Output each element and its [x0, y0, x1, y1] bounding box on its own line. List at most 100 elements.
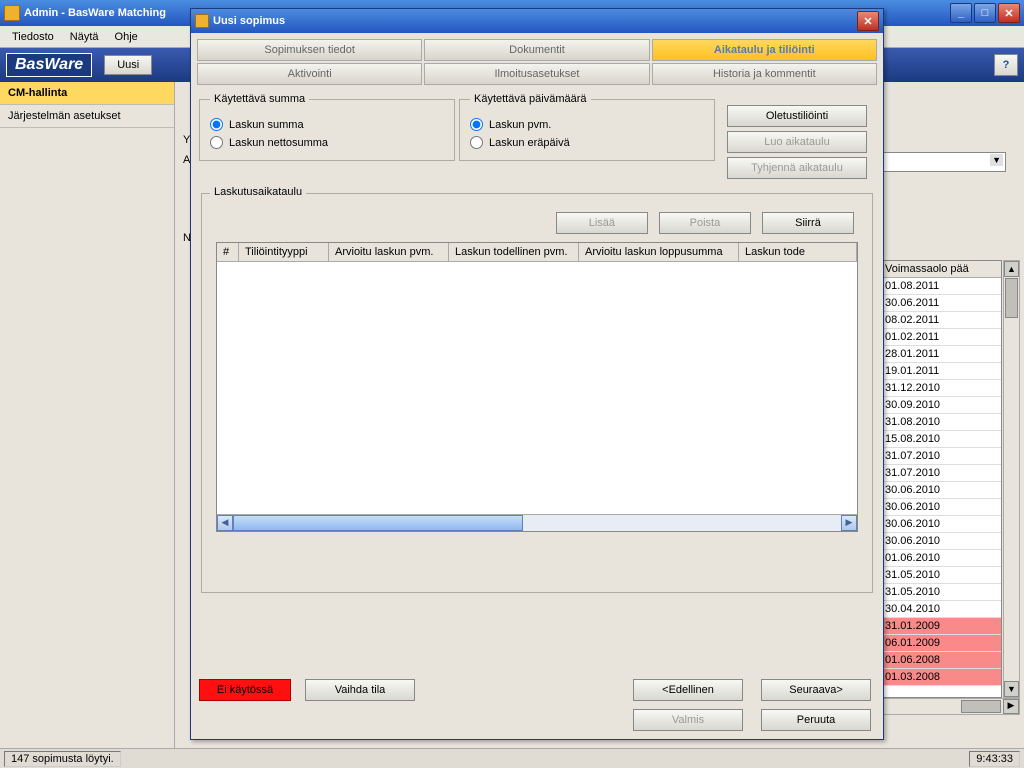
- dialog: Uusi sopimus ✕ Sopimuksen tiedot Dokumen…: [190, 8, 884, 740]
- schedule-groupbox: Laskutusaikataulu Lisää Poista Siirrä # …: [201, 193, 873, 593]
- radio-invoice-sum[interactable]: [210, 118, 223, 131]
- close-button[interactable]: ✕: [998, 3, 1020, 23]
- sidebar-item-settings[interactable]: Järjestelmän asetukset: [0, 105, 174, 128]
- tabs-row-1: Sopimuksen tiedot Dokumentit Aikataulu j…: [197, 39, 877, 61]
- radio-invoice-date[interactable]: [470, 118, 483, 131]
- maximize-button[interactable]: □: [974, 3, 996, 23]
- scroll-up-icon[interactable]: ▲: [1004, 261, 1019, 277]
- date-row[interactable]: 31.05.2010: [881, 584, 1001, 601]
- col-est-date[interactable]: Arvioitu laskun pvm.: [329, 243, 449, 261]
- date-row[interactable]: 31.07.2010: [881, 448, 1001, 465]
- tab-contract-info[interactable]: Sopimuksen tiedot: [197, 39, 422, 61]
- date-row[interactable]: 30.06.2010: [881, 499, 1001, 516]
- date-row[interactable]: 30.09.2010: [881, 397, 1001, 414]
- statusbar: 147 sopimusta löytyi. 9:43:33: [0, 748, 1024, 768]
- help-button[interactable]: ?: [994, 54, 1018, 76]
- date-row[interactable]: 30.04.2010: [881, 601, 1001, 618]
- finish-button[interactable]: Valmis: [633, 709, 743, 731]
- app-icon: [4, 5, 20, 21]
- dialog-icon: [195, 14, 209, 28]
- schedule-legend: Laskutusaikataulu: [210, 186, 306, 198]
- menu-help[interactable]: Ohje: [107, 29, 146, 45]
- date-row[interactable]: 30.06.2011: [881, 295, 1001, 312]
- cancel-button[interactable]: Peruuta: [761, 709, 871, 731]
- sidebar-item-cm[interactable]: CM-hallinta: [0, 82, 174, 105]
- menu-view[interactable]: Näytä: [62, 29, 107, 45]
- scroll-left-icon[interactable]: ◀: [217, 515, 233, 531]
- add-button[interactable]: Lisää: [556, 212, 648, 234]
- schedule-hscrollbar[interactable]: ◀ ▶: [217, 514, 857, 531]
- dropdown-stub[interactable]: [866, 152, 1006, 172]
- next-button[interactable]: Seuraava>: [761, 679, 871, 701]
- date-row[interactable]: 01.08.2011: [881, 278, 1001, 295]
- radio-due-date[interactable]: [470, 136, 483, 149]
- tab-notification-settings[interactable]: Ilmoitusasetukset: [424, 63, 649, 85]
- col-actual-total[interactable]: Laskun tode: [739, 243, 857, 261]
- tab-activation[interactable]: Aktivointi: [197, 63, 422, 85]
- date-row[interactable]: 31.08.2010: [881, 414, 1001, 431]
- date-row[interactable]: 30.06.2010: [881, 533, 1001, 550]
- scroll-down-icon[interactable]: ▼: [1004, 681, 1019, 697]
- date-row[interactable]: 30.06.2010: [881, 516, 1001, 533]
- status-badge: Ei käytössä: [199, 679, 291, 701]
- vscrollbar[interactable]: ▲ ▼: [1003, 260, 1020, 698]
- toggle-state-button[interactable]: Vaihda tila: [305, 679, 415, 701]
- sum-legend: Käytettävä summa: [210, 93, 309, 105]
- schedule-thead: # Tiliöintityyppi Arvioitu laskun pvm. L…: [217, 243, 857, 262]
- date-row[interactable]: 31.05.2010: [881, 567, 1001, 584]
- dialog-bottom: Ei käytössä Vaihda tila <Edellinen Seura…: [199, 679, 875, 731]
- date-list[interactable]: Voimassaolo pää 01.08.201130.06.201108.0…: [880, 260, 1002, 698]
- prev-button[interactable]: <Edellinen: [633, 679, 743, 701]
- date-row[interactable]: 06.01.2009: [881, 635, 1001, 652]
- date-row[interactable]: 01.02.2011: [881, 329, 1001, 346]
- tab-schedule-accounting[interactable]: Aikataulu ja tiliöinti: [652, 39, 877, 61]
- tabs-row-2: Aktivointi Ilmoitusasetukset Historia ja…: [197, 63, 877, 85]
- hscroll-thumb[interactable]: [961, 700, 1001, 713]
- default-accounting-button[interactable]: Oletustiliöinti: [727, 105, 867, 127]
- date-row[interactable]: 15.08.2010: [881, 431, 1001, 448]
- tab-history-comments[interactable]: Historia ja kommentit: [652, 63, 877, 85]
- date-row[interactable]: 28.01.2011: [881, 346, 1001, 363]
- scroll-thumb[interactable]: [1005, 278, 1018, 318]
- tab-documents[interactable]: Dokumentit: [424, 39, 649, 61]
- date-row[interactable]: 30.06.2010: [881, 482, 1001, 499]
- schedule-hscroll-thumb[interactable]: [233, 515, 523, 531]
- schedule-table[interactable]: # Tiliöintityyppi Arvioitu laskun pvm. L…: [216, 242, 858, 532]
- create-schedule-button[interactable]: Luo aikataulu: [727, 131, 867, 153]
- dialog-close-button[interactable]: ✕: [857, 11, 879, 31]
- scroll-right-icon[interactable]: ▶: [1003, 699, 1019, 714]
- col-est-total[interactable]: Arvioitu laskun loppusumma: [579, 243, 739, 261]
- date-row[interactable]: 08.02.2011: [881, 312, 1001, 329]
- radio-invoice-sum-label: Laskun summa: [229, 119, 304, 131]
- date-list-header[interactable]: Voimassaolo pää: [881, 261, 1001, 278]
- col-accounting-type[interactable]: Tiliöintityyppi: [239, 243, 329, 261]
- hscrollbar[interactable]: ▶: [875, 698, 1020, 715]
- date-row[interactable]: 31.01.2009: [881, 618, 1001, 635]
- scroll-right-icon[interactable]: ▶: [841, 515, 857, 531]
- date-row[interactable]: 31.07.2010: [881, 465, 1001, 482]
- sidebar: CM-hallinta Järjestelmän asetukset: [0, 82, 175, 748]
- minimize-button[interactable]: _: [950, 3, 972, 23]
- status-text: 147 sopimusta löytyi.: [4, 751, 121, 767]
- date-row[interactable]: 01.06.2008: [881, 652, 1001, 669]
- date-row[interactable]: 31.12.2010: [881, 380, 1001, 397]
- dialog-title: Uusi sopimus: [213, 15, 857, 27]
- date-row[interactable]: 19.01.2011: [881, 363, 1001, 380]
- date-row[interactable]: 01.06.2010: [881, 550, 1001, 567]
- delete-button[interactable]: Poista: [659, 212, 751, 234]
- new-button[interactable]: Uusi: [104, 55, 152, 75]
- move-button[interactable]: Siirrä: [762, 212, 854, 234]
- sum-groupbox: Käytettävä summa Laskun summa Laskun net…: [199, 93, 455, 161]
- dialog-titlebar[interactable]: Uusi sopimus ✕: [191, 9, 883, 33]
- clear-schedule-button[interactable]: Tyhjennä aikataulu: [727, 157, 867, 179]
- status-clock: 9:43:33: [969, 751, 1020, 767]
- logo: BasWare: [6, 53, 92, 77]
- col-actual-date[interactable]: Laskun todellinen pvm.: [449, 243, 579, 261]
- col-num[interactable]: #: [217, 243, 239, 261]
- radio-invoice-net-label: Laskun nettosumma: [229, 137, 328, 149]
- menu-file[interactable]: Tiedosto: [4, 29, 62, 45]
- radio-invoice-date-label: Laskun pvm.: [489, 119, 551, 131]
- radio-invoice-net[interactable]: [210, 136, 223, 149]
- date-groupbox: Käytettävä päivämäärä Laskun pvm. Laskun…: [459, 93, 715, 161]
- date-row[interactable]: 01.03.2008: [881, 669, 1001, 686]
